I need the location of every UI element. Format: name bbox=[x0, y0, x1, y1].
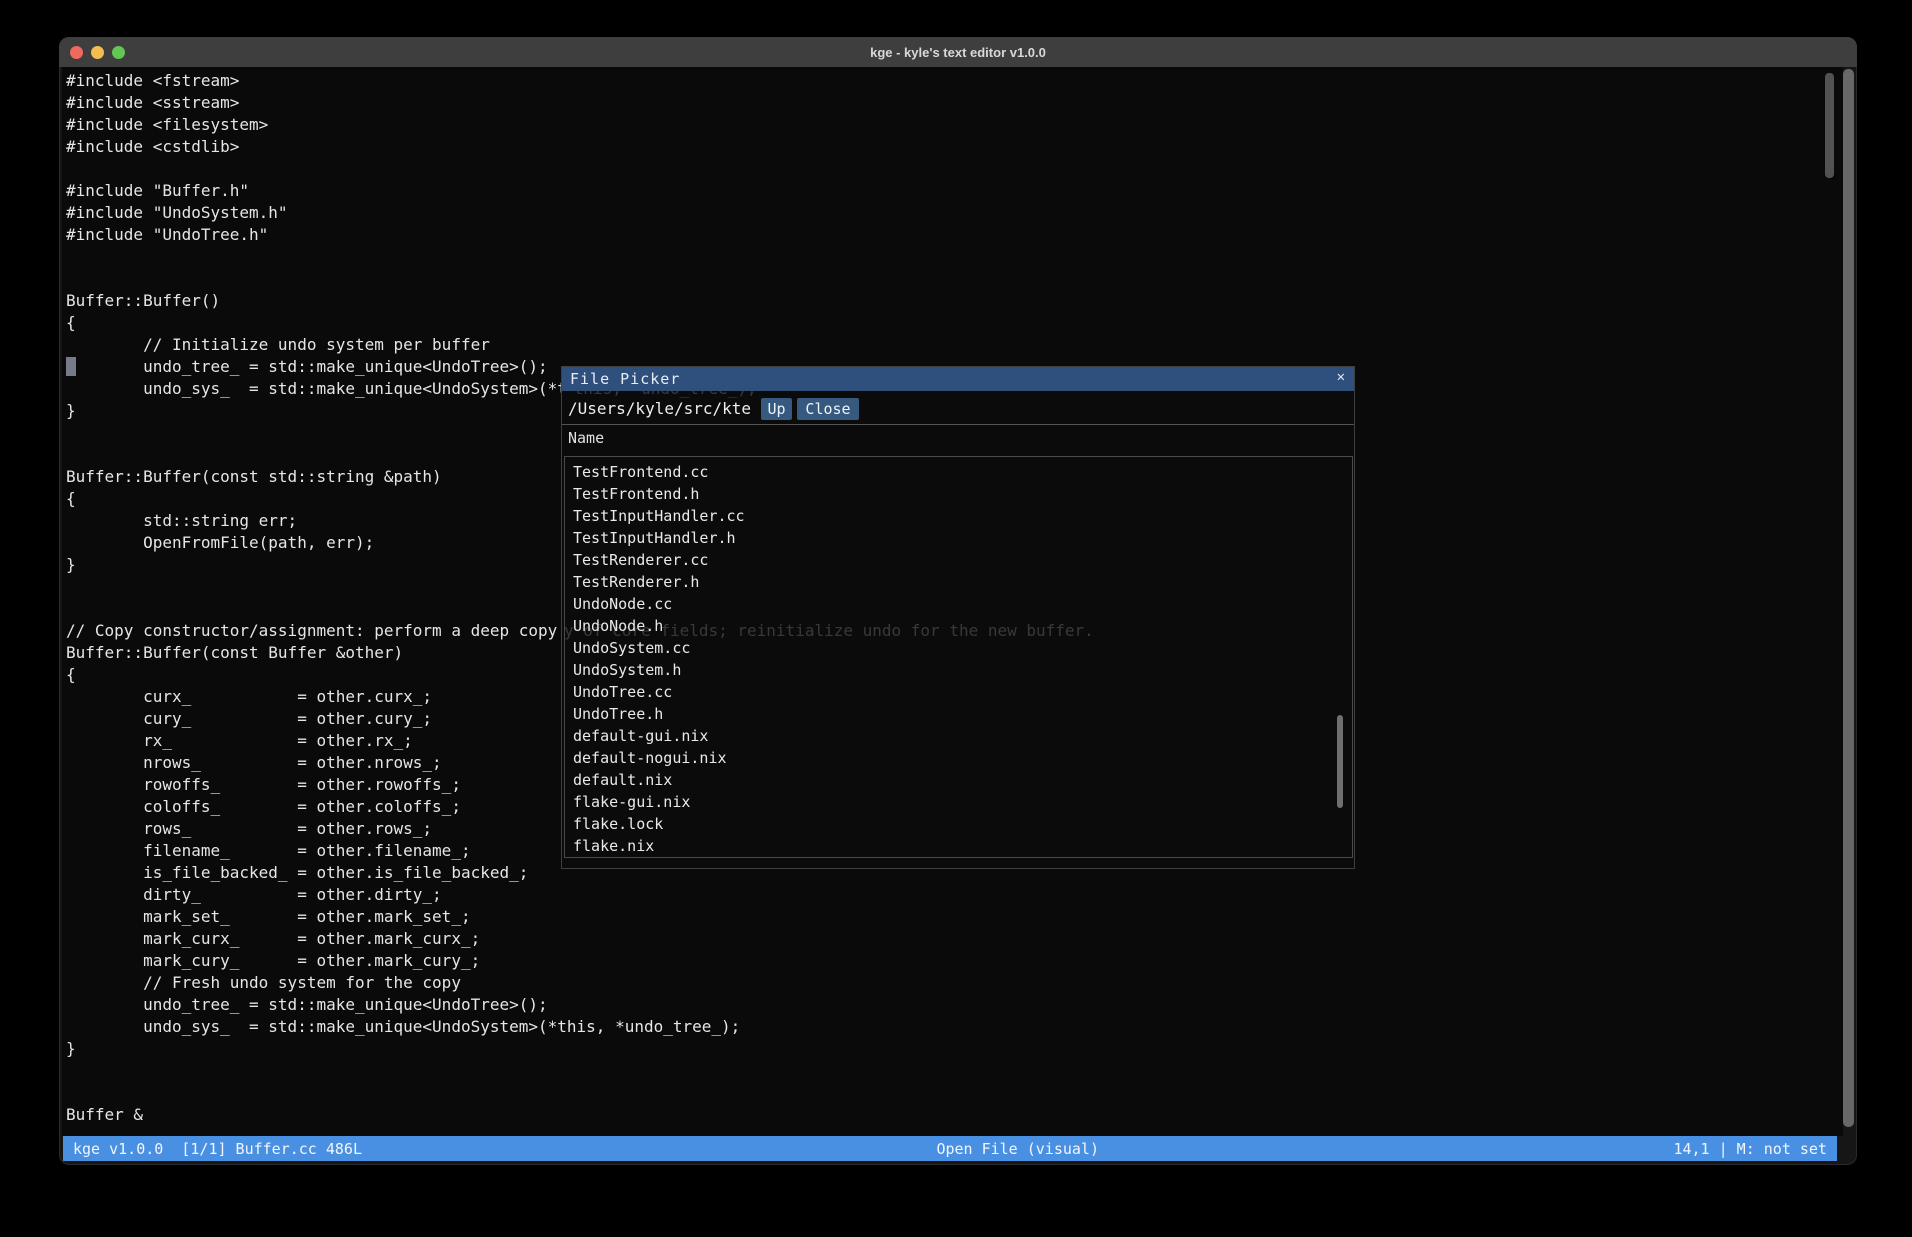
code-line: #include "UndoTree.h" bbox=[66, 224, 1077, 246]
editor-scrollbar-thumb[interactable] bbox=[1825, 73, 1834, 178]
file-picker-dialog: *this, *undo_tree_); y of core fields; r… bbox=[561, 366, 1355, 869]
file-list-item[interactable]: TestInputHandler.cc bbox=[565, 505, 1352, 527]
code-line: #include <filesystem> bbox=[66, 114, 1077, 136]
file-list-item[interactable]: TestRenderer.h bbox=[565, 571, 1352, 593]
up-button[interactable]: Up bbox=[761, 398, 792, 420]
code-line bbox=[66, 1082, 1077, 1104]
code-line: mark_cury_ = other.mark_cury_; bbox=[66, 950, 1077, 972]
editor-scrollbar-track[interactable] bbox=[1843, 69, 1854, 1127]
code-line: #include "UndoSystem.h" bbox=[66, 202, 1077, 224]
code-line: #include "Buffer.h" bbox=[66, 180, 1077, 202]
file-list-item[interactable]: flake.lock bbox=[565, 813, 1352, 835]
file-list-item[interactable]: flake-gui.nix bbox=[565, 791, 1352, 813]
code-line: mark_set_ = other.mark_set_; bbox=[66, 906, 1077, 928]
code-line: undo_tree_ = std::make_unique<UndoTree>(… bbox=[66, 994, 1077, 1016]
name-column-header: Name bbox=[568, 429, 604, 447]
code-line: #include <cstdlib> bbox=[66, 136, 1077, 158]
window-titlebar: kge - kyle's text editor v1.0.0 bbox=[59, 37, 1857, 67]
app-window: kge - kyle's text editor v1.0.0 #include… bbox=[59, 37, 1857, 1165]
code-line: Buffer & bbox=[66, 1104, 1077, 1126]
file-list-item[interactable]: TestInputHandler.h bbox=[565, 527, 1352, 549]
code-line: undo_sys_ = std::make_unique<UndoSystem>… bbox=[66, 1016, 1077, 1038]
status-left: kge v1.0.0 [1/1] Buffer.cc 486L bbox=[73, 1140, 362, 1158]
current-path: /Users/kyle/src/kte bbox=[568, 397, 751, 421]
code-line: #include <sstream> bbox=[66, 92, 1077, 114]
file-list-item[interactable]: TestFrontend.cc bbox=[565, 461, 1352, 483]
code-line bbox=[66, 1060, 1077, 1082]
file-list-item[interactable]: UndoTree.h bbox=[565, 703, 1352, 725]
code-line: } bbox=[66, 1038, 1077, 1060]
close-window-icon[interactable] bbox=[70, 46, 83, 59]
dialog-titlebar: File Picker ✕ bbox=[562, 367, 1354, 391]
status-bar: kge v1.0.0 [1/1] Buffer.cc 486L Open Fil… bbox=[63, 1136, 1837, 1161]
code-line bbox=[66, 246, 1077, 268]
status-mode: Open File (visual) bbox=[362, 1140, 1673, 1158]
file-list-item[interactable]: TestFrontend.h bbox=[565, 483, 1352, 505]
file-list-item[interactable]: UndoNode.cc bbox=[565, 593, 1352, 615]
dialog-separator bbox=[562, 424, 1354, 425]
code-line: mark_curx_ = other.mark_curx_; bbox=[66, 928, 1077, 950]
close-button[interactable]: Close bbox=[797, 398, 859, 420]
traffic-lights bbox=[70, 37, 125, 67]
dialog-title: File Picker bbox=[562, 370, 680, 388]
file-items: TestFrontend.ccTestFrontend.hTestInputHa… bbox=[565, 461, 1352, 857]
code-line bbox=[66, 158, 1077, 180]
code-line: { bbox=[66, 312, 1077, 334]
file-list-item[interactable]: flake.nix bbox=[565, 835, 1352, 857]
file-list-item[interactable]: TestRenderer.cc bbox=[565, 549, 1352, 571]
status-cursor-position: 14,1 | M: not set bbox=[1673, 1140, 1827, 1158]
file-list-item[interactable]: default-nogui.nix bbox=[565, 747, 1352, 769]
code-line: dirty_ = other.dirty_; bbox=[66, 884, 1077, 906]
code-line bbox=[66, 268, 1077, 290]
file-list-item[interactable]: UndoSystem.h bbox=[565, 659, 1352, 681]
file-list-scrollbar-thumb[interactable] bbox=[1337, 715, 1343, 808]
text-cursor bbox=[66, 357, 76, 376]
zoom-window-icon[interactable] bbox=[112, 46, 125, 59]
bleed-through-text: y of core fields; reinitialize undo for … bbox=[564, 620, 1094, 642]
file-list[interactable]: TestFrontend.ccTestFrontend.hTestInputHa… bbox=[564, 456, 1353, 858]
screen: kge - kyle's text editor v1.0.0 #include… bbox=[0, 0, 1912, 1237]
file-list-item[interactable]: default-gui.nix bbox=[565, 725, 1352, 747]
window-title: kge - kyle's text editor v1.0.0 bbox=[59, 45, 1857, 60]
code-line: // Fresh undo system for the copy bbox=[66, 972, 1077, 994]
code-line: Buffer::Buffer() bbox=[66, 290, 1077, 312]
code-line: #include <fstream> bbox=[66, 70, 1077, 92]
file-list-item[interactable]: default.nix bbox=[565, 769, 1352, 791]
code-line: // Initialize undo system per buffer bbox=[66, 334, 1077, 356]
file-list-item[interactable]: UndoTree.cc bbox=[565, 681, 1352, 703]
dialog-close-icon[interactable]: ✕ bbox=[1337, 369, 1345, 385]
minimize-window-icon[interactable] bbox=[91, 46, 104, 59]
